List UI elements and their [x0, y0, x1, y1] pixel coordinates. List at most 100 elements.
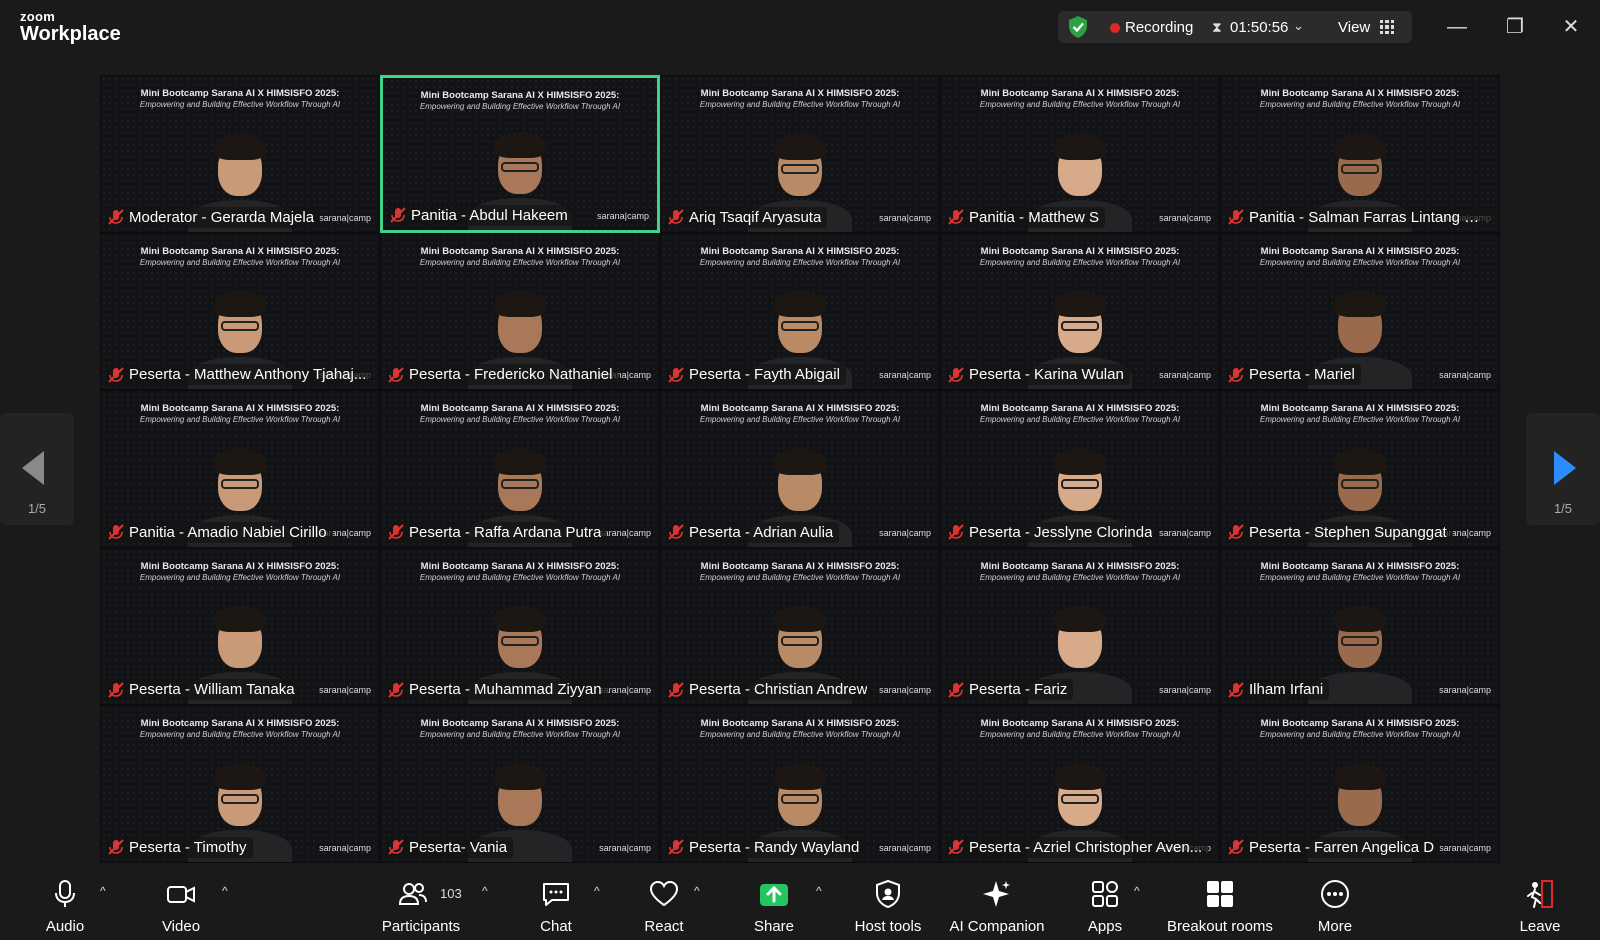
maximize-button[interactable]: ❐	[1500, 12, 1530, 42]
participant-tile[interactable]: Mini Bootcamp Sarana AI X HIMSISFO 2025:…	[940, 390, 1220, 548]
participant-tile[interactable]: Mini Bootcamp Sarana AI X HIMSISFO 2025:…	[380, 75, 660, 233]
react-options-chevron-icon[interactable]: ^	[694, 884, 700, 898]
next-page-button[interactable]: 1/5	[1526, 413, 1600, 525]
chevron-down-icon[interactable]: ⌄	[1293, 18, 1304, 34]
participant-name: Panitia - Salman Farras Lintang H...	[1249, 208, 1487, 226]
slide-subtitle: Empowering and Building Effective Workfl…	[1259, 572, 1461, 582]
hourglass-icon: ⧗	[1212, 19, 1222, 35]
slide-subtitle: Empowering and Building Effective Workfl…	[139, 257, 341, 267]
share-button[interactable]: Share	[748, 868, 800, 940]
slide-title: Mini Bootcamp Sarana AI X HIMSISFO 2025:	[700, 718, 900, 730]
slide-title: Mini Bootcamp Sarana AI X HIMSISFO 2025:	[140, 560, 340, 572]
participant-tile[interactable]: Mini Bootcamp Sarana AI X HIMSISFO 2025:…	[1220, 75, 1500, 233]
view-button[interactable]: View	[1338, 19, 1370, 36]
participant-tile[interactable]: Mini Bootcamp Sarana AI X HIMSISFO 2025:…	[380, 547, 660, 706]
participant-tile[interactable]: Mini Bootcamp Sarana AI X HIMSISFO 2025:…	[940, 705, 1220, 863]
react-button[interactable]: React	[636, 868, 692, 940]
participant-name: Peserta - Adrian Aulia	[689, 523, 834, 541]
participants-icon	[398, 883, 427, 905]
participant-name-bar: Peserta - Fredericko Nathaniel	[385, 364, 619, 386]
muted-microphone-icon	[108, 524, 124, 540]
slide-title: Mini Bootcamp Sarana AI X HIMSISFO 2025:	[420, 718, 620, 730]
participant-tile[interactable]: Mini Bootcamp Sarana AI X HIMSISFO 2025:…	[100, 232, 380, 391]
participant-tile[interactable]: Mini Bootcamp Sarana AI X HIMSISFO 2025:…	[380, 705, 660, 863]
participant-tile[interactable]: Mini Bootcamp Sarana AI X HIMSISFO 2025:…	[1220, 232, 1500, 391]
slide-subtitle: Empowering and Building Effective Workfl…	[139, 572, 341, 582]
participant-name: Peserta - Timothy	[129, 838, 247, 856]
participant-tile[interactable]: Mini Bootcamp Sarana AI X HIMSISFO 2025:…	[940, 232, 1220, 391]
participants-button[interactable]: Participants	[375, 868, 467, 940]
sparkle-icon	[983, 881, 1010, 907]
participant-name: Peserta - Azriel Christopher Aven...	[969, 838, 1203, 856]
sarana-camp-logo: sarana|camp	[319, 685, 371, 696]
participants-options-chevron-icon[interactable]: ^	[482, 884, 488, 898]
participant-name-bar: Peserta - Christian Andrew	[665, 679, 874, 701]
share-options-chevron-icon[interactable]: ^	[816, 884, 822, 898]
previous-page-button[interactable]: 1/5	[0, 413, 74, 525]
participant-tile[interactable]: Mini Bootcamp Sarana AI X HIMSISFO 2025:…	[660, 390, 940, 548]
minimize-button[interactable]: —	[1442, 12, 1472, 42]
breakout-rooms-button[interactable]: Breakout rooms	[1162, 868, 1278, 940]
video-button[interactable]: Video	[155, 868, 207, 940]
participant-name-bar: Peserta - Azriel Christopher Aven...	[945, 836, 1209, 858]
participant-tile[interactable]: Mini Bootcamp Sarana AI X HIMSISFO 2025:…	[1220, 547, 1500, 706]
apps-label: Apps	[1087, 918, 1123, 935]
participant-tile[interactable]: Mini Bootcamp Sarana AI X HIMSISFO 2025:…	[940, 75, 1220, 233]
slide-title: Mini Bootcamp Sarana AI X HIMSISFO 2025:	[1260, 403, 1460, 415]
grid-view-icon[interactable]	[1380, 20, 1394, 34]
react-label: React	[644, 918, 684, 935]
apps-button[interactable]: Apps	[1080, 868, 1130, 940]
sarana-camp-logo: sarana|camp	[599, 842, 651, 853]
participant-name-bar: Peserta - Jesslyne Clorinda	[945, 521, 1159, 543]
participant-tile[interactable]: Mini Bootcamp Sarana AI X HIMSISFO 2025:…	[100, 75, 380, 233]
slide-subtitle: Empowering and Building Effective Workfl…	[419, 572, 621, 582]
participant-name-bar: Peserta - Raffa Ardana Putra	[385, 521, 608, 543]
slide-title: Mini Bootcamp Sarana AI X HIMSISFO 2025:	[140, 403, 340, 415]
audio-options-chevron-icon[interactable]: ^	[100, 884, 106, 898]
close-button[interactable]: ✕	[1556, 12, 1586, 42]
apps-options-chevron-icon[interactable]: ^	[1134, 884, 1140, 898]
sarana-camp-logo: sarana|camp	[879, 212, 931, 223]
slide-subtitle: Empowering and Building Effective Workfl…	[139, 100, 341, 109]
participant-tile[interactable]: Mini Bootcamp Sarana AI X HIMSISFO 2025:…	[1220, 705, 1500, 863]
leave-button[interactable]: Leave	[1515, 868, 1565, 940]
chat-button[interactable]: Chat	[530, 868, 582, 940]
slide-title: Mini Bootcamp Sarana AI X HIMSISFO 2025:	[980, 88, 1180, 99]
muted-microphone-icon	[668, 682, 684, 698]
more-button[interactable]: More	[1310, 868, 1360, 940]
participant-tile[interactable]: Mini Bootcamp Sarana AI X HIMSISFO 2025:…	[660, 232, 940, 391]
recording-label[interactable]: Recording	[1125, 19, 1193, 36]
participant-name-bar: Peserta - Muhammad Ziyyan	[385, 679, 608, 701]
participant-name: Peserta - Fredericko Nathaniel	[409, 366, 613, 384]
participant-tile[interactable]: Mini Bootcamp Sarana AI X HIMSISFO 2025:…	[100, 547, 380, 706]
participant-tile[interactable]: Mini Bootcamp Sarana AI X HIMSISFO 2025:…	[380, 232, 660, 391]
participant-tile[interactable]: Mini Bootcamp Sarana AI X HIMSISFO 2025:…	[660, 705, 940, 863]
page-indicator-right: 1/5	[1553, 501, 1573, 516]
sarana-camp-logo: sarana|camp	[1439, 842, 1491, 853]
slide-title: Mini Bootcamp Sarana AI X HIMSISFO 2025:	[1260, 560, 1460, 572]
video-options-chevron-icon[interactable]: ^	[222, 884, 228, 898]
slide-title: Mini Bootcamp Sarana AI X HIMSISFO 2025:	[980, 403, 1180, 415]
participant-tile[interactable]: Mini Bootcamp Sarana AI X HIMSISFO 2025:…	[100, 705, 380, 863]
host-tools-button[interactable]: Host tools	[848, 868, 928, 940]
participant-tile[interactable]: Mini Bootcamp Sarana AI X HIMSISFO 2025:…	[940, 547, 1220, 706]
chat-options-chevron-icon[interactable]: ^	[594, 884, 600, 898]
participant-name-bar: Peserta - Mariel	[1225, 364, 1361, 386]
sarana-camp-logo: sarana|camp	[879, 370, 931, 381]
security-shield-icon[interactable]	[1067, 15, 1089, 39]
participant-tile[interactable]: Mini Bootcamp Sarana AI X HIMSISFO 2025:…	[1220, 390, 1500, 548]
participant-tile[interactable]: Mini Bootcamp Sarana AI X HIMSISFO 2025:…	[660, 75, 940, 233]
muted-microphone-icon	[390, 207, 406, 223]
participant-tile[interactable]: Mini Bootcamp Sarana AI X HIMSISFO 2025:…	[660, 547, 940, 706]
participant-name-bar: Peserta - Fayth Abigail	[665, 364, 846, 386]
participant-tile[interactable]: Mini Bootcamp Sarana AI X HIMSISFO 2025:…	[100, 390, 380, 548]
meeting-timer[interactable]: 01:50:56	[1230, 19, 1288, 36]
slide-title: Mini Bootcamp Sarana AI X HIMSISFO 2025:	[980, 560, 1180, 572]
chat-label: Chat	[540, 918, 572, 935]
audio-button[interactable]: Audio	[40, 868, 90, 940]
ai-companion-button[interactable]: AI Companion	[942, 868, 1052, 940]
slide-subtitle: Empowering and Building Effective Workfl…	[699, 257, 901, 267]
muted-microphone-icon	[668, 839, 684, 856]
participant-name: Peserta - Christian Andrew	[689, 681, 868, 699]
participant-tile[interactable]: Mini Bootcamp Sarana AI X HIMSISFO 2025:…	[380, 390, 660, 548]
